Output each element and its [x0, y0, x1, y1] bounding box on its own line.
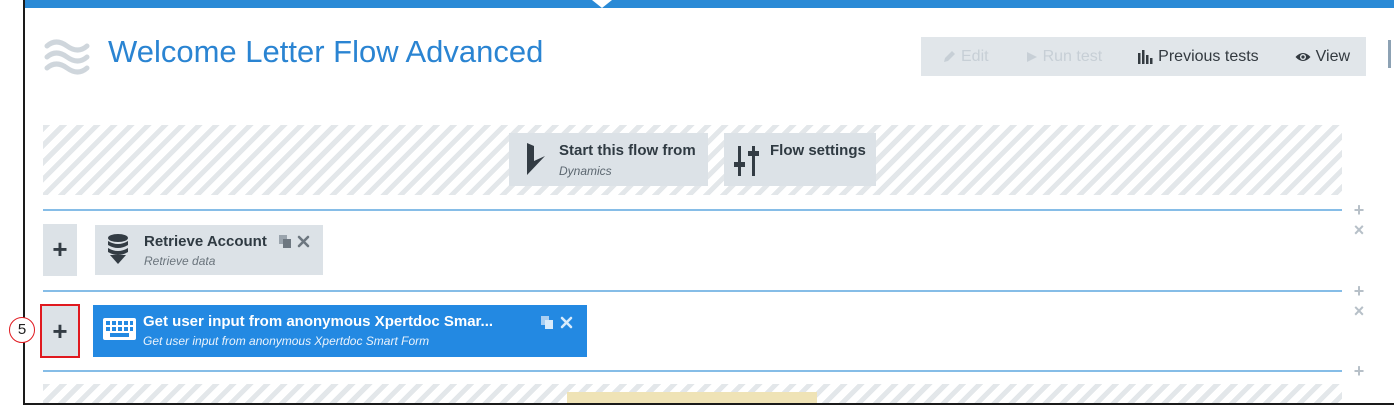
view-button[interactable]: View: [1295, 37, 1350, 76]
run-test-button[interactable]: Run test: [1026, 37, 1103, 76]
separator: [43, 370, 1342, 372]
remove-row-button[interactable]: ×: [1351, 221, 1367, 239]
waves-icon: [44, 39, 90, 75]
close-icon[interactable]: [560, 316, 573, 329]
insert-step-button[interactable]: +: [1351, 362, 1367, 380]
flow-settings-button[interactable]: Flow settings: [724, 133, 876, 186]
toolbar: Edit Run test Previous tests View: [921, 37, 1366, 76]
play-icon: [1026, 51, 1037, 62]
page-title: Welcome Letter Flow Advanced: [108, 34, 544, 69]
step-subtitle: Get user input from anonymous Xpertdoc S…: [143, 334, 430, 348]
top-accent-bar: [25, 0, 1394, 8]
add-step-button[interactable]: +: [43, 224, 77, 276]
database-icon: [108, 234, 128, 264]
add-step-button[interactable]: +: [40, 304, 80, 358]
edit-button[interactable]: Edit: [942, 37, 989, 76]
annotation-marker: 5: [9, 317, 35, 343]
bar-chart-icon: [1138, 49, 1153, 64]
view-label: View: [1315, 47, 1351, 65]
step-title: Retrieve Account: [144, 233, 267, 250]
step-title: Get user input from anonymous Xpertdoc S…: [143, 313, 494, 330]
start-flow-button[interactable]: Start this flow from Dynamics: [509, 133, 708, 186]
pencil-icon: [944, 50, 955, 62]
insert-step-button[interactable]: +: [1351, 201, 1367, 219]
step-subtitle: Retrieve data: [144, 254, 216, 268]
run-test-label: Run test: [1042, 47, 1103, 65]
previous-tests-label: Previous tests: [1158, 47, 1259, 65]
keyboard-icon: [103, 318, 136, 340]
scrollbar-thumb[interactable]: [1388, 40, 1391, 68]
close-icon[interactable]: [297, 235, 310, 248]
separator: [43, 209, 1342, 211]
separator: [43, 290, 1342, 292]
top-bar-notch: [592, 0, 612, 8]
remove-row-button[interactable]: ×: [1351, 302, 1367, 320]
step-get-user-input[interactable]: Get user input from anonymous Xpertdoc S…: [93, 305, 587, 357]
start-flow-source: Dynamics: [559, 164, 612, 178]
copy-icon[interactable]: [279, 235, 292, 248]
flow-settings-label: Flow settings: [770, 142, 866, 159]
insert-step-button[interactable]: +: [1351, 282, 1367, 300]
edit-label: Edit: [961, 47, 989, 65]
sliders-icon: [734, 146, 759, 176]
copy-icon[interactable]: [541, 316, 554, 329]
dynamics-icon: [527, 143, 545, 175]
previous-tests-button[interactable]: Previous tests: [1138, 37, 1259, 76]
end-flow-button[interactable]: [567, 392, 817, 403]
eye-icon: [1295, 52, 1311, 61]
start-flow-label: Start this flow from: [559, 142, 696, 159]
step-retrieve-account[interactable]: Retrieve Account Retrieve data: [95, 225, 323, 275]
